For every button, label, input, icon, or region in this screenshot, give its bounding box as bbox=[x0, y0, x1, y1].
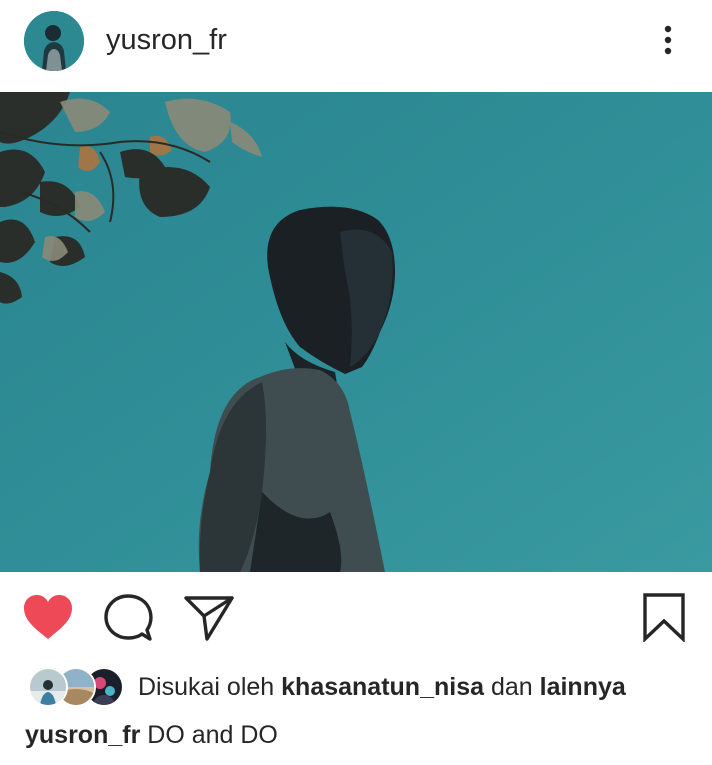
paper-plane-icon[interactable] bbox=[183, 594, 235, 642]
caption-text: DO and DO bbox=[147, 721, 278, 749]
post-actions bbox=[0, 572, 712, 662]
caption-username[interactable]: yusron_fr bbox=[25, 721, 140, 749]
liked-others-link[interactable]: lainnya bbox=[540, 673, 626, 701]
liked-prefix: Disukai oleh bbox=[138, 673, 275, 701]
post-photo[interactable] bbox=[0, 92, 712, 572]
avatar-image bbox=[24, 11, 84, 71]
liker-avatars[interactable] bbox=[28, 667, 124, 707]
liked-by-text: Disukai oleh khasanatun_nisa dan lainnya bbox=[138, 671, 626, 703]
post-username[interactable]: yusron_fr bbox=[106, 22, 227, 58]
likes-row: Disukai oleh khasanatun_nisa dan lainnya bbox=[0, 665, 712, 709]
liked-joiner: dan bbox=[490, 673, 533, 701]
more-vertical-icon[interactable] bbox=[656, 22, 680, 58]
post-caption: yusron_fr DO and DO bbox=[25, 719, 278, 751]
avatar[interactable] bbox=[24, 11, 84, 71]
bookmark-icon[interactable] bbox=[640, 592, 688, 643]
liker-avatar bbox=[28, 667, 68, 707]
post-header: yusron_fr bbox=[0, 0, 712, 90]
comment-bubble-icon[interactable] bbox=[103, 594, 153, 642]
heart-icon[interactable] bbox=[22, 594, 74, 642]
liked-by-user-link[interactable]: khasanatun_nisa bbox=[281, 673, 484, 701]
